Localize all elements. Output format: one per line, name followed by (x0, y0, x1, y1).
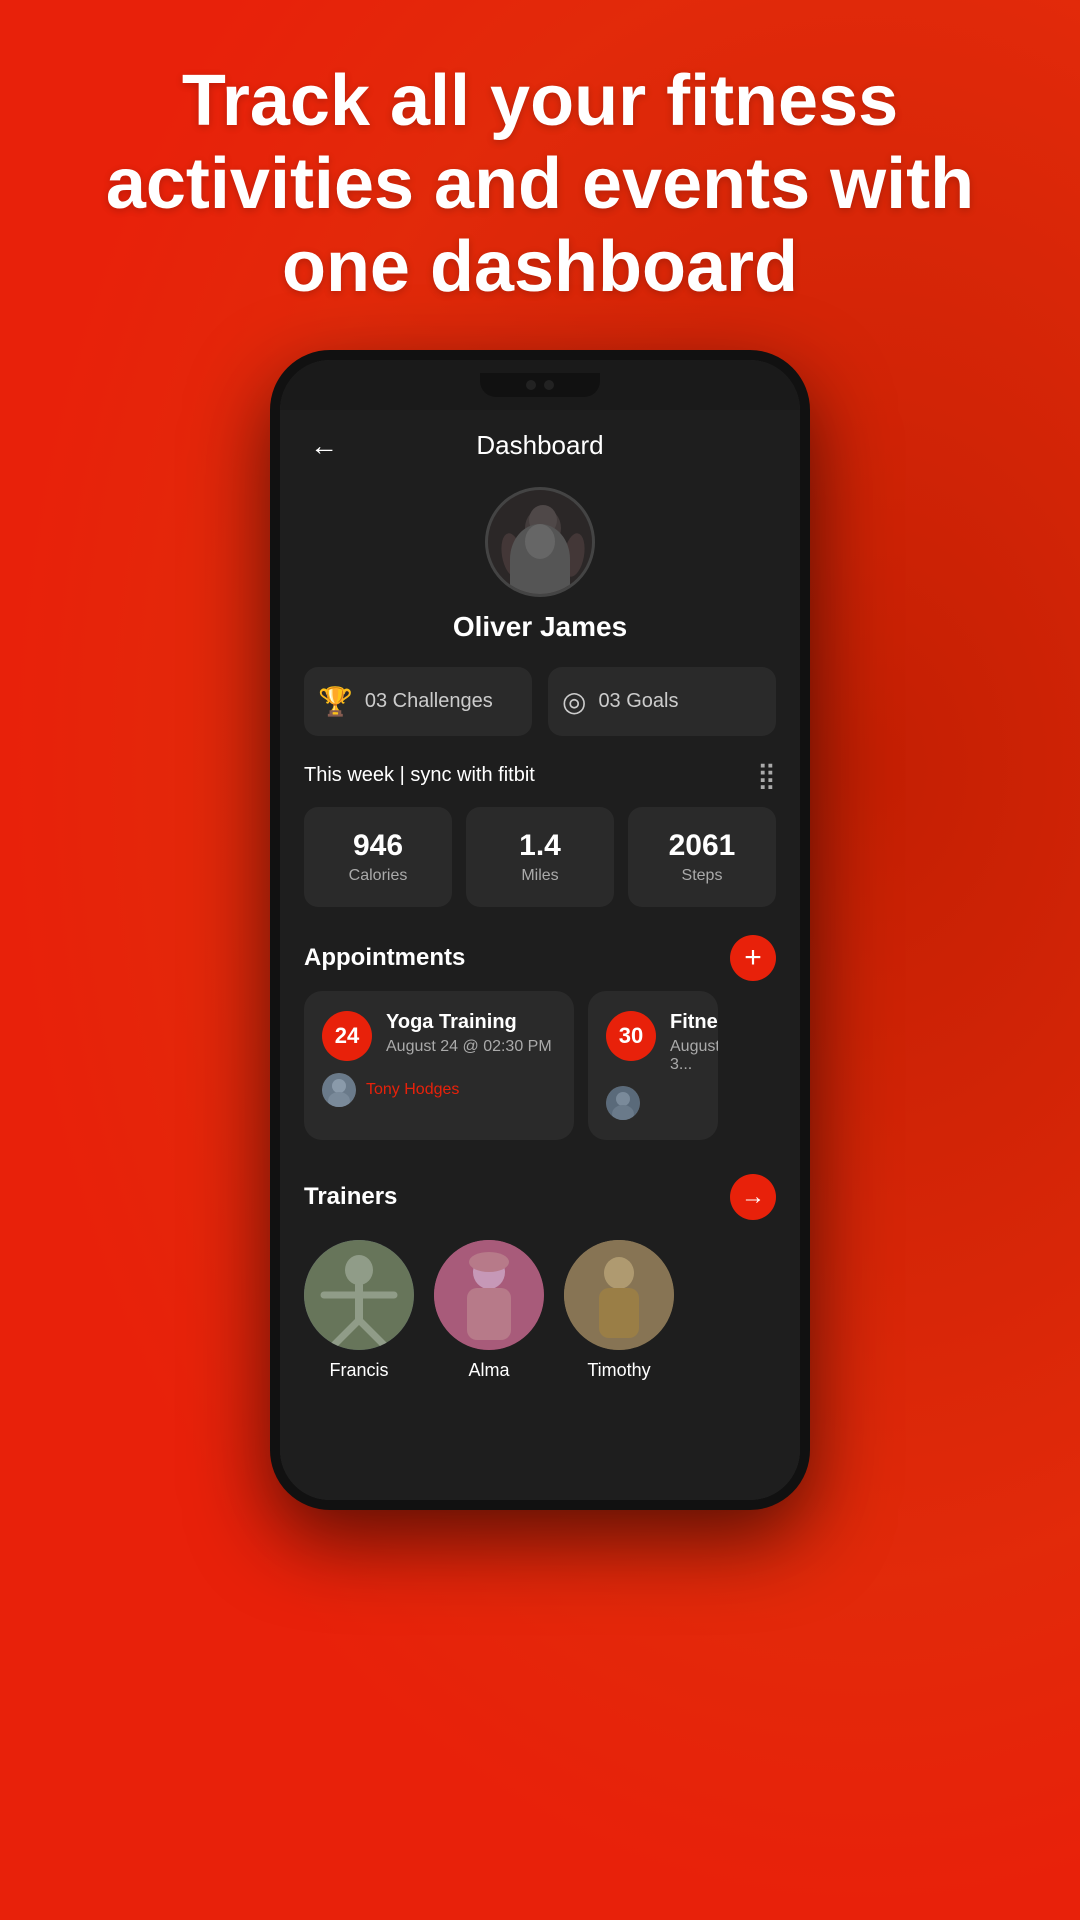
avatar-svg (488, 490, 592, 594)
timothy-avatar-svg (564, 1240, 674, 1350)
miles-value: 1.4 (519, 829, 561, 863)
trainer-mini-avatar-2 (606, 1086, 640, 1120)
calories-card: 946 Calories (304, 807, 452, 907)
phone-top-bar (280, 360, 800, 410)
screen-title: Dashboard (476, 430, 603, 461)
steps-value: 2061 (669, 829, 736, 863)
calories-value: 946 (353, 829, 403, 863)
appointment-info-2: Fitness August 3... (670, 1011, 718, 1074)
avatar-image (488, 490, 592, 594)
trainer-avatar-bg-timothy (564, 1240, 674, 1350)
phone-screen: ← Dashboard (280, 410, 800, 1500)
phone-shell: ← Dashboard (270, 350, 810, 1510)
trainer-avatar-francis (304, 1240, 414, 1350)
week-label: This week | sync with fitbit (304, 764, 535, 787)
trainer-avatar-svg-1 (322, 1073, 356, 1107)
trainer-avatar-bg-francis (304, 1240, 414, 1350)
trainer-name-francis: Francis (329, 1360, 388, 1381)
avatar (485, 487, 595, 597)
appointment-card-2[interactable]: 30 Fitness August 3... (588, 991, 718, 1140)
phone-notch (480, 373, 600, 397)
trainer-avatar-alma (434, 1240, 544, 1350)
appointment-card-1[interactable]: 24 Yoga Training August 24 @ 02:30 PM (304, 991, 574, 1140)
trainer-card-francis[interactable]: Francis (304, 1240, 414, 1381)
trainer-avatar-svg-2 (606, 1086, 640, 1120)
trainers-title: Trainers (304, 1183, 397, 1211)
appointment-info-1: Yoga Training August 24 @ 02:30 PM (386, 1011, 556, 1056)
trainer-card-alma[interactable]: Alma (434, 1240, 544, 1381)
challenges-label: 03 Challenges (365, 690, 493, 713)
appointment-date-badge-1: 24 (322, 1011, 372, 1061)
stats-row: 🏆 03 Challenges ◎ 03 Goals (280, 653, 800, 750)
steps-unit: Steps (682, 867, 723, 885)
trainer-avatar-bg-alma (434, 1240, 544, 1350)
hero-section: Track all your fitness activities and ev… (0, 60, 1080, 308)
appointment-trainer-1: Tony Hodges (322, 1073, 556, 1107)
appointments-section-header: Appointments + (280, 917, 800, 991)
trainers-arrow-button[interactable]: → (730, 1174, 776, 1220)
phone-mockup: ← Dashboard (270, 350, 810, 1510)
trainer-avatar-timothy (564, 1240, 674, 1350)
appointment-title-2: Fitness (670, 1011, 718, 1034)
appointments-scroll: 24 Yoga Training August 24 @ 02:30 PM (280, 991, 800, 1156)
appointments-title: Appointments (304, 944, 465, 972)
profile-name: Oliver James (453, 611, 627, 643)
appointment-time-1: August 24 @ 02:30 PM (386, 1038, 556, 1056)
trophy-icon: 🏆 (318, 685, 353, 718)
profile-section: Oliver James (280, 471, 800, 653)
back-button[interactable]: ← (310, 430, 338, 462)
trainer-name-alma: Alma (468, 1360, 509, 1381)
goals-icon: ◎ (562, 685, 586, 718)
goals-button[interactable]: ◎ 03 Goals (548, 667, 776, 736)
trainers-section-header: Trainers → (280, 1156, 800, 1230)
trainer-name-link-1[interactable]: Tony Hodges (366, 1081, 459, 1099)
trainer-mini-avatar-1 (322, 1073, 356, 1107)
trainer-name-timothy: Timothy (587, 1360, 650, 1381)
appointment-top-1: 24 Yoga Training August 24 @ 02:30 PM (322, 1011, 556, 1061)
camera-dot (526, 380, 536, 390)
speaker-dot (544, 380, 554, 390)
miles-card: 1.4 Miles (466, 807, 614, 907)
appointment-top-2: 30 Fitness August 3... (606, 1011, 700, 1074)
metrics-row: 946 Calories 1.4 Miles 2061 Steps (280, 797, 800, 917)
alma-avatar-svg (434, 1240, 544, 1350)
add-appointment-button[interactable]: + (730, 935, 776, 981)
steps-card: 2061 Steps (628, 807, 776, 907)
trainer-card-timothy[interactable]: Timothy (564, 1240, 674, 1381)
challenges-button[interactable]: 🏆 03 Challenges (304, 667, 532, 736)
appointment-trainer-2 (606, 1086, 700, 1120)
appointment-date-badge-2: 30 (606, 1011, 656, 1061)
appointment-title-1: Yoga Training (386, 1011, 556, 1034)
calories-unit: Calories (349, 867, 408, 885)
hero-title: Track all your fitness activities and ev… (60, 60, 1020, 308)
week-section: This week | sync with fitbit ⣿ (280, 750, 800, 797)
screen-header: ← Dashboard (280, 410, 800, 471)
goals-label: 03 Goals (598, 690, 678, 713)
appointment-time-2: August 3... (670, 1038, 718, 1074)
francis-avatar-svg (304, 1240, 414, 1350)
miles-unit: Miles (521, 867, 558, 885)
trainers-scroll: Francis (280, 1230, 800, 1391)
fitbit-sync-icon[interactable]: ⣿ (757, 760, 776, 791)
